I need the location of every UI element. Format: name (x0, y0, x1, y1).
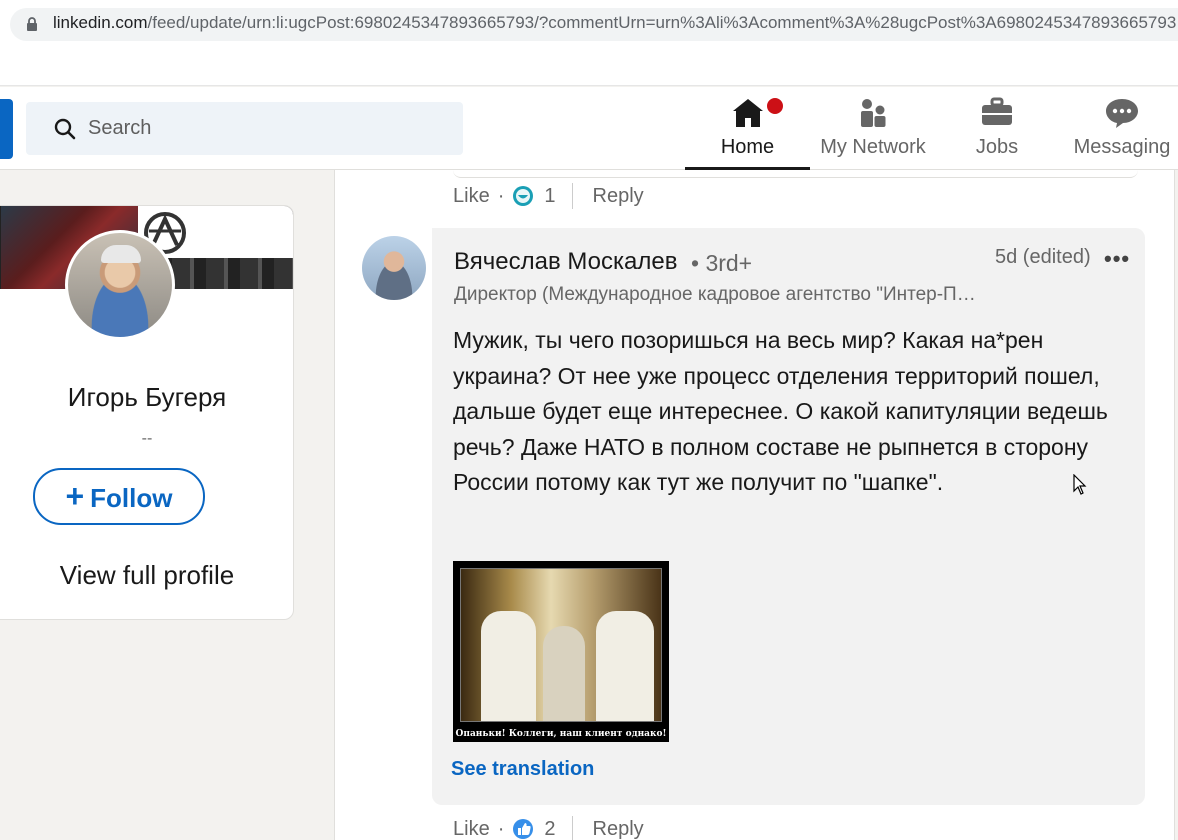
lock-icon (27, 17, 37, 31)
global-nav: Search Home My Network Jobs Messaging (0, 87, 1178, 170)
reply-button[interactable]: Reply (593, 185, 644, 208)
commenter-avatar[interactable] (362, 236, 426, 300)
reaction-count[interactable]: 1 (544, 185, 555, 208)
follow-label: Follow (90, 483, 173, 513)
nav-home[interactable]: Home (685, 87, 810, 170)
connection-degree: • 3rd+ (691, 250, 753, 276)
bookmarks-bar (0, 50, 1178, 86)
search-input[interactable]: Search (26, 102, 463, 155)
briefcase-icon (982, 97, 1012, 125)
prev-comment-actions: Like · 1 Reply (453, 183, 644, 209)
comment-image[interactable]: Опаньки! Коллеги, наш клиент однако! (453, 561, 669, 742)
home-icon (732, 99, 763, 127)
people-icon (861, 99, 886, 127)
view-full-profile-link[interactable]: View full profile (1, 560, 293, 591)
nav-messaging[interactable]: Messaging (1062, 87, 1178, 170)
comment-timestamp: 5d (edited) (995, 246, 1091, 268)
nav-messaging-label: Messaging (1073, 136, 1171, 158)
text-cursor-icon (1073, 474, 1087, 495)
see-translation-link[interactable]: See translation (451, 758, 594, 781)
profile-card: Игорь Бугеря -- + Follow View full profil… (0, 205, 294, 620)
commenter-name[interactable]: Вячеслав Москалев (454, 248, 677, 276)
notification-badge (764, 95, 786, 117)
linkedin-logo-icon[interactable] (0, 99, 13, 159)
comment-actions: Like · 2 Reply (453, 816, 644, 840)
nav-jobs-label: Jobs (975, 136, 1019, 158)
funny-reaction-icon (513, 186, 534, 206)
image-caption: Опаньки! Коллеги, наш клиент однако! (455, 729, 667, 739)
reply-button[interactable]: Reply (593, 818, 644, 840)
nav-my-network[interactable]: My Network (812, 87, 934, 170)
plus-icon: + (65, 478, 85, 514)
more-options-button[interactable]: ••• (1104, 246, 1130, 272)
nav-my-network-label: My Network (820, 136, 926, 158)
chat-icon (1106, 99, 1138, 128)
like-button[interactable]: Like (453, 185, 490, 208)
profile-avatar[interactable] (65, 230, 175, 340)
previous-comment-edge (453, 170, 1138, 178)
nav-jobs[interactable]: Jobs (947, 87, 1047, 170)
reaction-count[interactable]: 2 (544, 818, 555, 840)
follow-button[interactable]: + Follow (33, 468, 205, 525)
like-reaction-icon (513, 819, 534, 839)
like-button[interactable]: Like (453, 818, 490, 840)
url-text[interactable]: linkedin.com/feed/update/urn:li:ugcPost:… (53, 13, 1178, 33)
browser-address-bar: linkedin.com/feed/update/urn:li:ugcPost:… (0, 0, 1178, 50)
comment-text: Мужик, ты чего позоришься на весь мир? К… (453, 327, 1108, 495)
search-placeholder: Search (88, 117, 152, 139)
search-icon (54, 118, 76, 140)
profile-name[interactable]: Игорь Бугеря (1, 382, 293, 413)
commenter-headline: Директор (Международное кадровое агентст… (454, 284, 976, 305)
profile-headline: -- (141, 430, 153, 447)
nav-home-label: Home (720, 136, 775, 158)
